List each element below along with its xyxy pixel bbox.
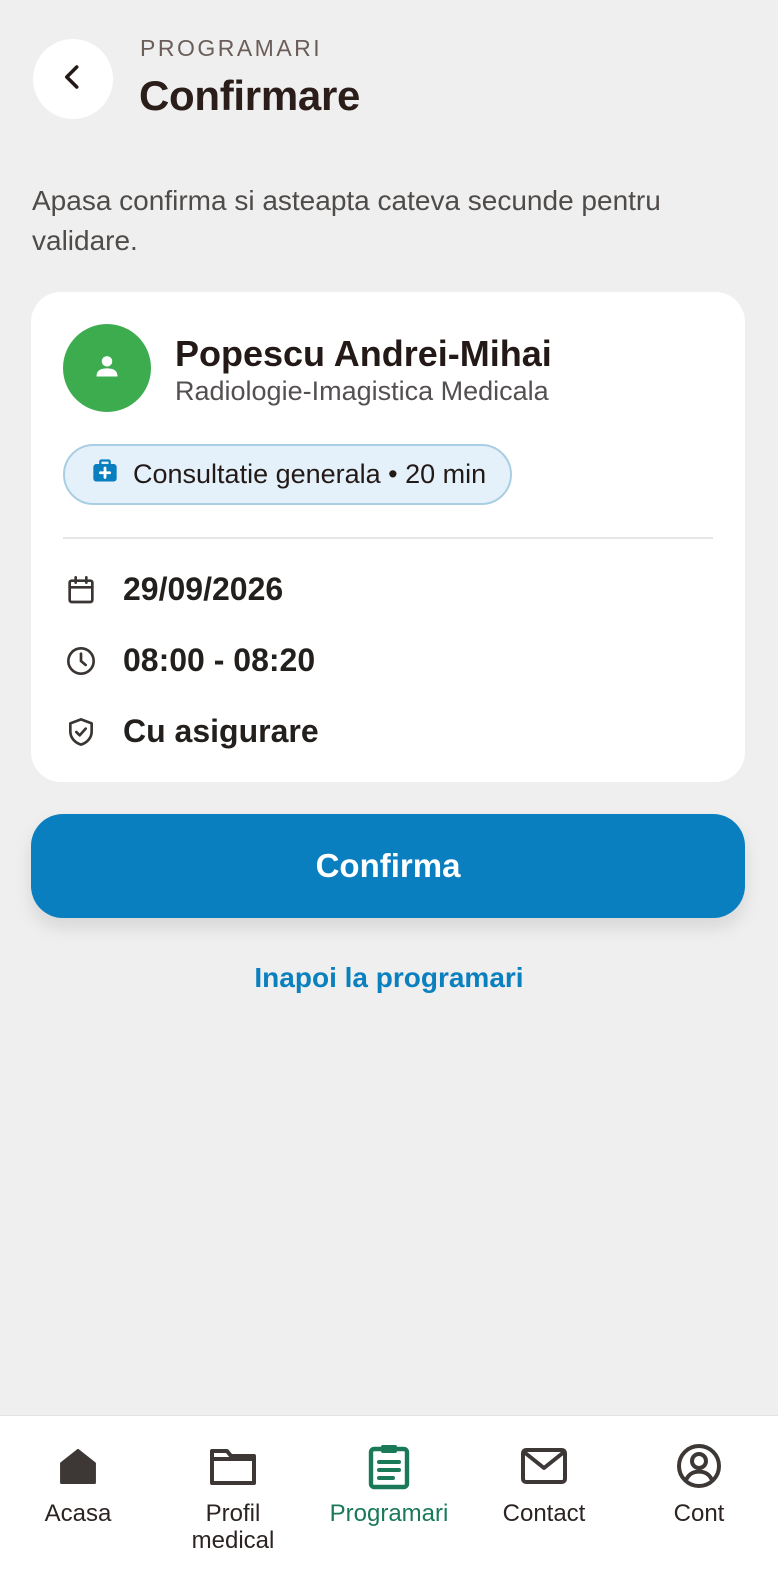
chevron-left-icon (58, 62, 88, 97)
insurance-status: Cu asigurare (123, 713, 319, 749)
section-overline: PROGRAMARI (140, 35, 323, 61)
nav-item-appointments[interactable]: Programari (311, 1416, 467, 1572)
mail-icon (520, 1442, 568, 1490)
appointment-card: Popescu Andrei-Mihai Radiologie-Imagisti… (31, 292, 745, 782)
back-button[interactable] (33, 39, 113, 119)
nav-label-account: Cont (673, 1500, 725, 1527)
confirm-button[interactable]: Confirma (31, 814, 745, 918)
appointment-date: 29/09/2026 (123, 571, 284, 607)
nav-label-medical-profile: Profil medical (191, 1500, 275, 1554)
calendar-icon (63, 572, 99, 608)
clock-icon (63, 643, 99, 679)
nav-label-contact: Contact (502, 1500, 586, 1527)
service-chip: Consultatie generala • 20 min (63, 444, 513, 505)
service-chip-label: Consultatie generala • 20 min (133, 459, 487, 489)
folder-icon (209, 1442, 257, 1490)
medical-bag-icon (91, 457, 119, 492)
bottom-navigation: Acasa Profil medical Programari Contact … (0, 1415, 778, 1572)
appointment-time: 08:00 - 08:20 (123, 642, 316, 678)
insurance-row: Cu asigurare (63, 713, 319, 750)
home-icon (57, 1442, 99, 1490)
nav-label-home: Acasa (44, 1500, 112, 1527)
intro-text: Apasa confirma si asteapta cateva secund… (32, 185, 661, 256)
divider (63, 537, 713, 539)
confirm-appointment-screen: PROGRAMARI Confirmare Apasa confirma si … (0, 0, 778, 1572)
time-row: 08:00 - 08:20 (63, 642, 315, 679)
doctor-name: Popescu Andrei-Mihai (175, 333, 552, 374)
page-title: Confirmare (139, 72, 361, 119)
account-icon (675, 1442, 723, 1490)
date-row: 29/09/2026 (63, 571, 283, 608)
nav-item-home[interactable]: Acasa (0, 1416, 156, 1572)
doctor-avatar (63, 324, 151, 412)
doctor-specialty: Radiologie-Imagistica Medicala (175, 376, 549, 406)
nav-item-contact[interactable]: Contact (466, 1416, 622, 1572)
person-icon (93, 352, 121, 385)
nav-label-appointments: Programari (329, 1500, 449, 1527)
nav-item-account[interactable]: Cont (621, 1416, 777, 1572)
shield-check-icon (63, 714, 99, 750)
clipboard-icon (367, 1442, 411, 1490)
nav-item-medical-profile[interactable]: Profil medical (155, 1416, 311, 1572)
back-to-appointments-link[interactable]: Inapoi la programari (0, 962, 778, 994)
